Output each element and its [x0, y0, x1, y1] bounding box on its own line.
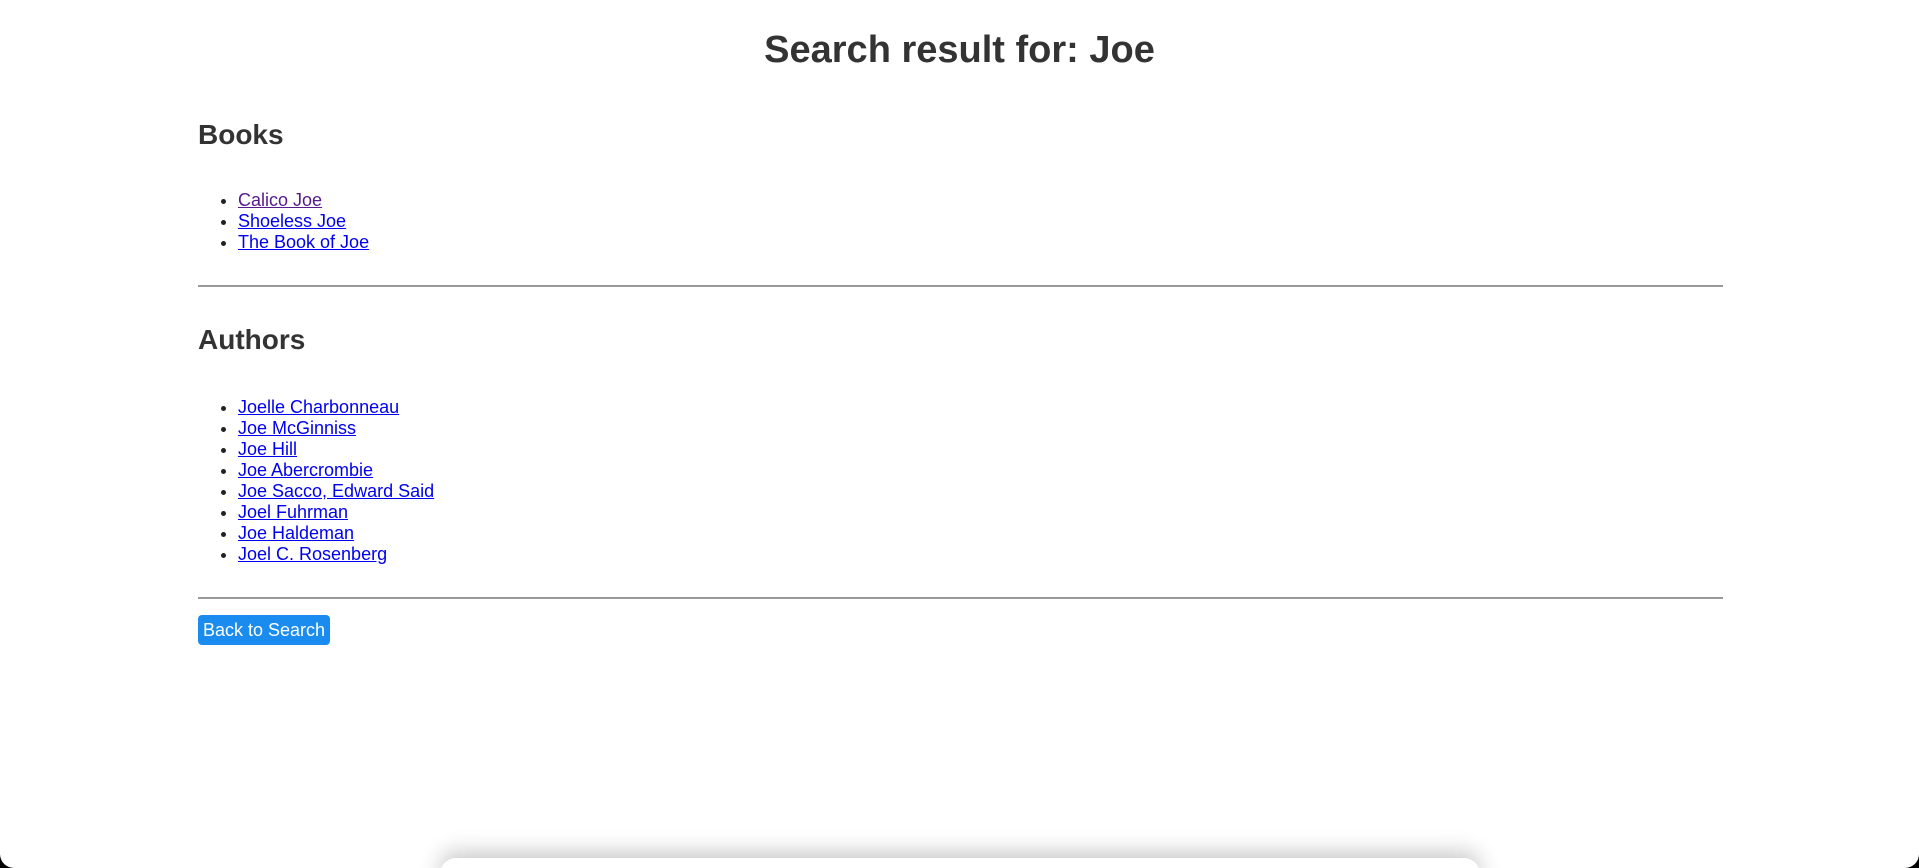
books-list: Calico Joe Shoeless Joe The Book of Joe [198, 190, 369, 253]
section-divider [198, 285, 1723, 287]
authors-heading: Authors [198, 324, 306, 355]
list-item: Joe McGinniss [238, 418, 434, 439]
author-link-joe-abercrombie[interactable]: Joe Abercrombie [238, 460, 373, 480]
author-link-joel-fuhrman[interactable]: Joel Fuhrman [238, 502, 348, 522]
books-heading: Books [198, 119, 284, 150]
section-divider [198, 597, 1723, 599]
list-item: Joe Hill [238, 439, 434, 460]
book-link-calico-joe[interactable]: Calico Joe [238, 190, 322, 210]
list-item: Calico Joe [238, 190, 369, 211]
list-item: Shoeless Joe [238, 211, 369, 232]
list-item: Joe Sacco, Edward Said [238, 481, 434, 502]
author-link-joe-hill[interactable]: Joe Hill [238, 439, 297, 459]
list-item: Joelle Charbonneau [238, 397, 434, 418]
author-link-joel-c-rosenberg[interactable]: Joel C. Rosenberg [238, 544, 387, 564]
bottom-overlay-panel [440, 858, 1480, 868]
back-to-search-button[interactable]: Back to Search [198, 615, 331, 645]
book-link-shoeless-joe[interactable]: Shoeless Joe [238, 211, 346, 231]
list-item: Joe Abercrombie [238, 460, 434, 481]
list-item: Joe Haldeman [238, 523, 434, 544]
browser-window: Search result for: Joe Books Calico Joe … [0, 0, 1919, 868]
author-link-joe-haldeman[interactable]: Joe Haldeman [238, 523, 354, 543]
book-link-the-book-of-joe[interactable]: The Book of Joe [238, 232, 369, 252]
list-item: Joel C. Rosenberg [238, 544, 434, 565]
author-link-joe-sacco-edward-said[interactable]: Joe Sacco, Edward Said [238, 481, 434, 501]
authors-list: Joelle Charbonneau Joe McGinniss Joe Hil… [198, 397, 434, 565]
author-link-joelle-charbonneau[interactable]: Joelle Charbonneau [238, 397, 399, 417]
list-item: Joel Fuhrman [238, 502, 434, 523]
list-item: The Book of Joe [238, 232, 369, 253]
author-link-joe-mcginniss[interactable]: Joe McGinniss [238, 418, 356, 438]
page-title: Search result for: Joe [764, 29, 1155, 71]
